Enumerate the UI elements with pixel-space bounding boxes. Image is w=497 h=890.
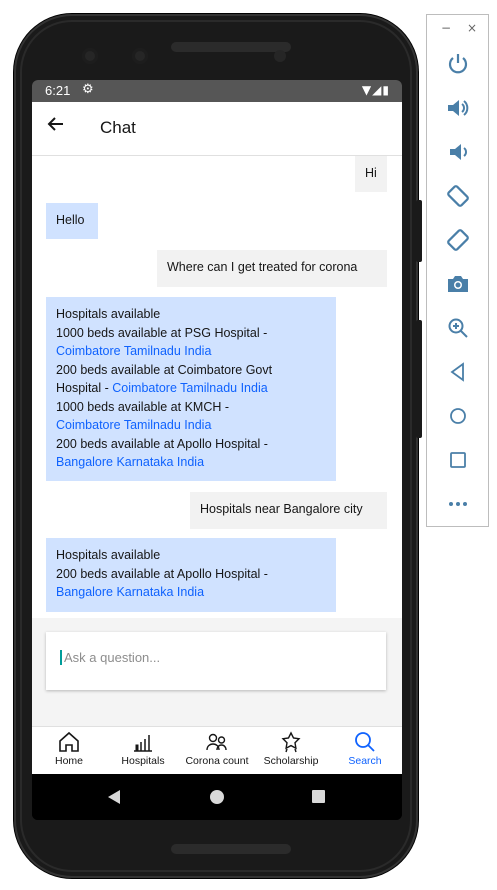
location-link[interactable]: Coimbatore Tamilnadu India: [112, 381, 267, 395]
location-link[interactable]: Bangalore Karnataka India: [56, 583, 326, 602]
question-input[interactable]: [60, 650, 364, 665]
camera-icon[interactable]: [445, 271, 471, 297]
bot-message: Hospitals available 200 beds available a…: [46, 538, 336, 612]
volume-hardware-button[interactable]: [416, 320, 422, 438]
tab-label: Corona count: [185, 755, 249, 767]
tab-scholarship[interactable]: Scholarship: [254, 731, 328, 767]
tab-home[interactable]: Home: [32, 731, 106, 767]
page-title: Chat: [100, 118, 136, 137]
award-icon: [281, 731, 301, 753]
close-button[interactable]: ×: [467, 21, 477, 35]
phone-screen: 6:21 ⚙ ▼◢▮ Chat Hi Hello Where can I get…: [32, 80, 402, 820]
bot-message: Hello: [46, 203, 98, 239]
location-link[interactable]: Coimbatore Tamilnadu India: [56, 342, 326, 361]
tab-label: Hospitals: [121, 755, 165, 767]
input-area: [32, 618, 402, 726]
user-message: Where can I get treated for corona: [157, 250, 387, 287]
bar-chart-icon: [134, 735, 152, 752]
system-status-icons: ▼◢▮: [362, 83, 390, 97]
tab-hospitals[interactable]: Hospitals: [106, 731, 180, 767]
power-icon[interactable]: [445, 51, 471, 77]
question-input-container[interactable]: [46, 632, 386, 690]
battery-icon: ▮: [382, 83, 390, 97]
proximity-sensor: [274, 50, 286, 62]
nav-home-icon[interactable]: [210, 790, 224, 804]
zoom-in-icon[interactable]: [445, 315, 471, 341]
front-camera-secondary: [132, 48, 148, 64]
status-bar: 6:21 ⚙ ▼◢▮: [32, 80, 402, 102]
volume-up-icon[interactable]: [445, 95, 471, 121]
search-icon: [355, 732, 375, 752]
more-icon[interactable]: [445, 491, 471, 517]
tab-label: Search: [348, 755, 382, 767]
home-icon: [59, 731, 79, 752]
rotate-right-icon[interactable]: [445, 227, 471, 253]
android-nav-bar: [32, 774, 402, 820]
status-time: 6:21: [45, 83, 71, 98]
tab-search[interactable]: Search: [328, 731, 402, 767]
emulator-toolbar: − ×: [426, 14, 489, 527]
front-camera: [82, 48, 98, 64]
arrow-left-icon[interactable]: [46, 114, 66, 140]
nav-back-icon[interactable]: [108, 790, 120, 804]
tab-label: Home: [54, 755, 83, 767]
overview-icon[interactable]: [445, 447, 471, 473]
user-message: Hospitals near Bangalore city: [190, 492, 387, 529]
earpiece-speaker: [171, 42, 291, 52]
minimize-button[interactable]: −: [441, 21, 451, 35]
tab-corona-count[interactable]: Corona count: [180, 731, 254, 767]
wifi-icon: ▼: [361, 83, 373, 97]
tab-label: Scholarship: [263, 755, 319, 767]
power-hardware-button[interactable]: [416, 200, 422, 262]
bottom-speaker: [171, 844, 291, 854]
bot-message: Hospitals available 1000 beds available …: [46, 297, 336, 481]
rotate-left-icon[interactable]: [445, 183, 471, 209]
back-icon[interactable]: [445, 359, 471, 385]
location-link[interactable]: Coimbatore Tamilnadu India: [56, 416, 326, 435]
nav-overview-icon[interactable]: [312, 790, 325, 803]
location-link[interactable]: Bangalore Karnataka India: [56, 453, 326, 472]
signal-icon: ◢: [372, 83, 383, 97]
bottom-tab-bar: Home Hospitals Corona count Scholarship …: [32, 726, 402, 775]
volume-down-icon[interactable]: [445, 139, 471, 165]
chat-messages[interactable]: Hi Hello Where can I get treated for cor…: [32, 156, 402, 618]
gear-icon: ⚙: [82, 82, 94, 97]
home-icon[interactable]: [445, 403, 471, 429]
people-icon: [206, 733, 227, 751]
app-bar: Chat: [32, 102, 402, 156]
user-message: Hi: [355, 156, 387, 192]
